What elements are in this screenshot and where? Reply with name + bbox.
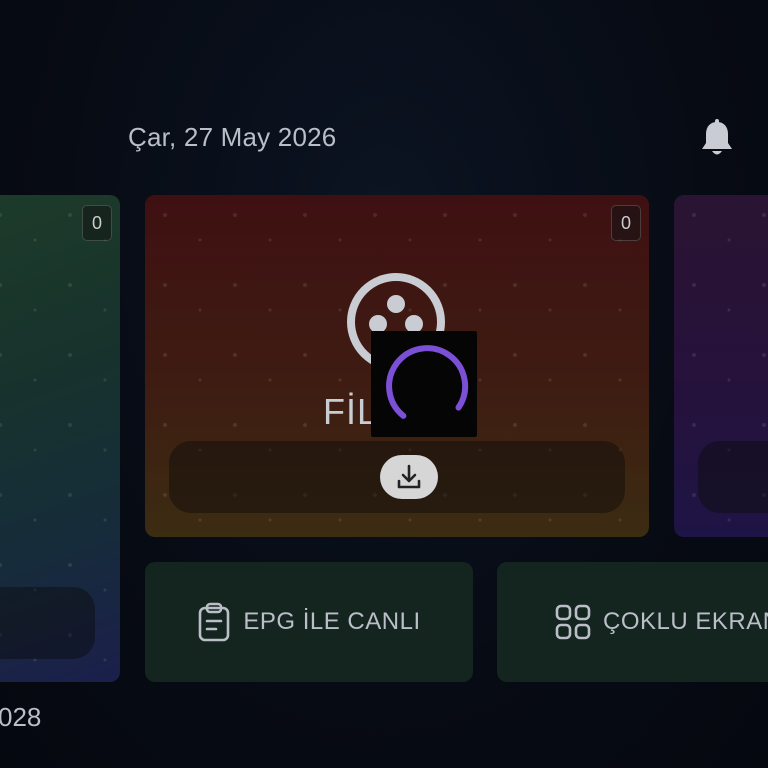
category-card-right[interactable] [674,195,768,537]
card-action-bar[interactable] [698,441,768,513]
footer-number: 028 [0,702,42,732]
grid-icon [555,604,591,640]
spinner-icon [386,345,469,419]
card-title: FİL [323,391,379,432]
date-label: Çar, 27 May 2026 [128,122,337,152]
epg-live-button[interactable]: EPG İLE CANLI [145,562,473,682]
download-icon [397,464,421,489]
card-action-bar[interactable] [0,587,95,659]
multi-screen-label: ÇOKLU EKRAN [603,608,768,635]
home-screen: Çar, 27 May 2026 0 0 FİL EPG İLE CANLI Ç… [0,0,768,768]
count-badge: 0 [611,205,641,241]
multi-screen-button[interactable]: ÇOKLU EKRAN [497,562,768,682]
bell-icon[interactable] [698,118,736,160]
category-card-left[interactable]: 0 [0,195,120,682]
count-badge: 0 [82,205,112,241]
epg-live-label: EPG İLE CANLI [243,608,421,635]
clipboard-icon [199,602,230,642]
download-button[interactable] [380,455,438,499]
loading-overlay [371,331,477,437]
